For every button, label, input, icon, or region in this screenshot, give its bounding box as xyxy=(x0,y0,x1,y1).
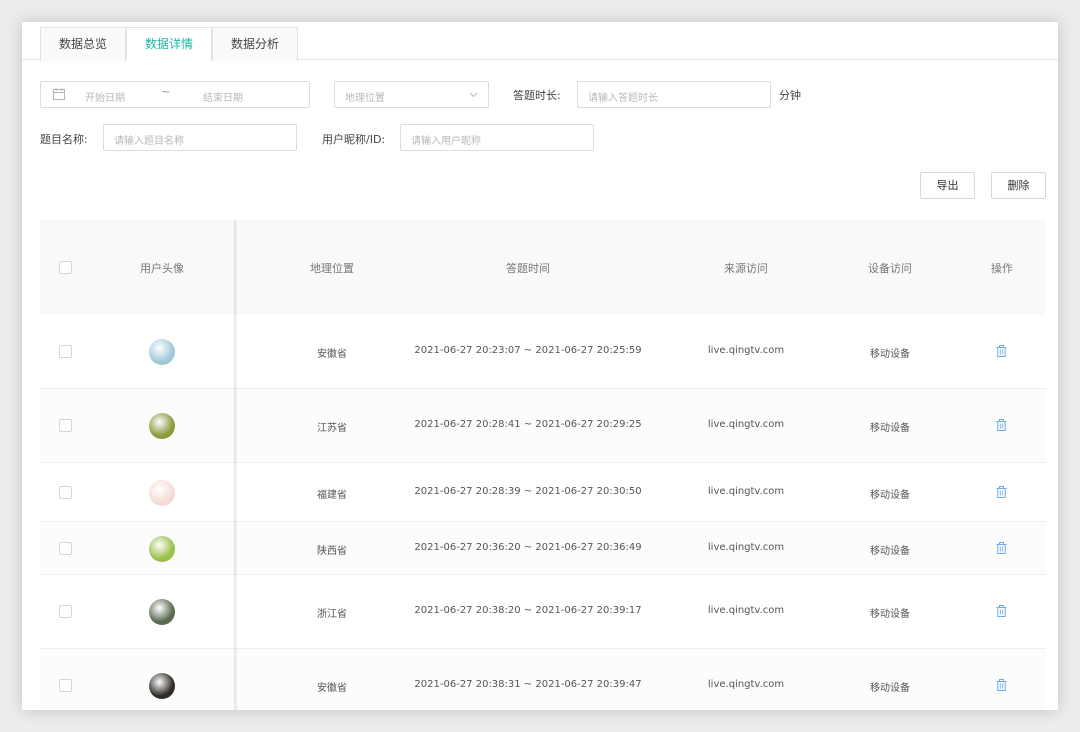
avatar xyxy=(149,599,175,625)
source-cell: live.qingtv.com xyxy=(707,345,785,356)
source-cell: live.qingtv.com xyxy=(707,486,785,497)
time-cell: 2021-06-27 20:28:39 ~ 2021-06-27 20:30:5… xyxy=(414,486,642,497)
fixed-column-shadow xyxy=(234,220,238,710)
device-cell: 移动设备 xyxy=(870,423,910,434)
device-cell: 移动设备 xyxy=(870,349,910,360)
time-cell: 2021-06-27 20:38:20 ~ 2021-06-27 20:39:1… xyxy=(414,605,642,616)
device-cell: 移动设备 xyxy=(870,546,910,557)
table-row: 安徽省 2021-06-27 20:23:07 ~ 2021-06-27 20:2… xyxy=(40,315,1046,389)
row-checkbox[interactable] xyxy=(59,679,72,692)
source-cell: live.qingtv.com xyxy=(707,419,785,430)
delete-button[interactable]: 删除 xyxy=(991,172,1046,199)
tab-bar: 数据总览 数据详情 数据分析 xyxy=(22,22,1058,61)
title-input[interactable]: 请输入题目名称 xyxy=(103,124,297,151)
tab-data-overview[interactable]: 数据总览 xyxy=(40,27,126,61)
row-checkbox[interactable] xyxy=(59,542,72,555)
start-date-input[interactable]: 开始日期 xyxy=(85,89,125,104)
location-cell: 安徽省 xyxy=(317,683,347,694)
duration-input-placeholder: 请输入答题时长 xyxy=(588,93,658,104)
date-range-picker[interactable]: 开始日期 ~ 结束日期 xyxy=(40,81,310,108)
location-cell: 福建省 xyxy=(317,490,347,501)
avatar xyxy=(149,339,175,365)
avatar xyxy=(149,480,175,506)
user-input[interactable]: 请输入用户昵称 xyxy=(400,124,594,151)
header-actions: 操作 xyxy=(991,262,1013,275)
table-row: 江苏省 2021-06-27 20:28:41 ~ 2021-06-27 20:2… xyxy=(40,389,1046,463)
trash-icon[interactable] xyxy=(996,419,1007,431)
trash-icon[interactable] xyxy=(996,345,1007,357)
data-detail-panel: 数据总览 数据详情 数据分析 开始日期 ~ 结束日期 地理位置 答题时长: 请输… xyxy=(22,22,1058,710)
table-row: 陕西省 2021-06-27 20:36:20 ~ 2021-06-27 20:3… xyxy=(40,522,1046,575)
calendar-icon xyxy=(53,88,65,100)
title-input-placeholder: 请输入题目名称 xyxy=(114,136,184,147)
trash-icon[interactable] xyxy=(996,542,1007,554)
time-cell: 2021-06-27 20:23:07 ~ 2021-06-27 20:25:5… xyxy=(414,345,642,356)
row-checkbox[interactable] xyxy=(59,486,72,499)
range-separator: ~ xyxy=(161,85,171,98)
table-row: 浙江省 2021-06-27 20:38:20 ~ 2021-06-27 20:3… xyxy=(40,575,1046,649)
table-header: 用户头像 地理位置 答题时间 来源访问 设备访问 操作 xyxy=(40,220,1046,315)
source-cell: live.qingtv.com xyxy=(707,679,785,690)
user-label: 用户昵称/ID: xyxy=(322,133,386,146)
header-location: 地理位置 xyxy=(310,262,354,275)
device-cell: 移动设备 xyxy=(870,609,910,620)
table-row: 福建省 2021-06-27 20:28:39 ~ 2021-06-27 20:3… xyxy=(40,463,1046,522)
chevron-down-icon xyxy=(469,92,478,98)
table-body: 安徽省 2021-06-27 20:23:07 ~ 2021-06-27 20:2… xyxy=(40,315,1046,710)
row-checkbox[interactable] xyxy=(59,419,72,432)
duration-input[interactable]: 请输入答题时长 xyxy=(577,81,771,108)
duration-unit: 分钟 xyxy=(779,89,801,102)
records-table: 用户头像 地理位置 答题时间 来源访问 设备访问 操作 安徽省 2021-06-2… xyxy=(40,220,1046,710)
avatar xyxy=(149,536,175,562)
end-date-input[interactable]: 结束日期 xyxy=(203,89,243,104)
title-label: 题目名称: xyxy=(40,133,88,146)
device-cell: 移动设备 xyxy=(870,683,910,694)
avatar xyxy=(149,413,175,439)
device-cell: 移动设备 xyxy=(870,490,910,501)
location-cell: 安徽省 xyxy=(317,349,347,360)
location-select-placeholder: 地理位置 xyxy=(345,93,385,104)
duration-label: 答题时长: xyxy=(513,89,561,102)
time-cell: 2021-06-27 20:28:41 ~ 2021-06-27 20:29:2… xyxy=(414,419,642,430)
source-cell: live.qingtv.com xyxy=(707,605,785,616)
select-all-checkbox[interactable] xyxy=(59,261,72,274)
row-checkbox[interactable] xyxy=(59,605,72,618)
header-time: 答题时间 xyxy=(506,262,550,275)
location-cell: 陕西省 xyxy=(317,546,347,557)
location-select[interactable]: 地理位置 xyxy=(334,81,489,108)
tab-data-analysis[interactable]: 数据分析 xyxy=(212,27,298,61)
header-device: 设备访问 xyxy=(868,262,912,275)
time-cell: 2021-06-27 20:36:20 ~ 2021-06-27 20:36:4… xyxy=(414,542,642,553)
user-input-placeholder: 请输入用户昵称 xyxy=(411,136,481,147)
location-cell: 浙江省 xyxy=(317,609,347,620)
location-cell: 江苏省 xyxy=(317,423,347,434)
trash-icon[interactable] xyxy=(996,605,1007,617)
trash-icon[interactable] xyxy=(996,679,1007,691)
trash-icon[interactable] xyxy=(996,486,1007,498)
header-source: 来源访问 xyxy=(724,262,768,275)
tab-data-detail[interactable]: 数据详情 xyxy=(126,27,212,61)
header-avatar: 用户头像 xyxy=(140,262,184,275)
table-row: 安徽省 2021-06-27 20:38:31 ~ 2021-06-27 20:3… xyxy=(40,649,1046,710)
source-cell: live.qingtv.com xyxy=(707,542,785,553)
row-checkbox[interactable] xyxy=(59,345,72,358)
time-cell: 2021-06-27 20:38:31 ~ 2021-06-27 20:39:4… xyxy=(414,679,642,690)
export-button[interactable]: 导出 xyxy=(920,172,975,199)
avatar xyxy=(149,673,175,699)
